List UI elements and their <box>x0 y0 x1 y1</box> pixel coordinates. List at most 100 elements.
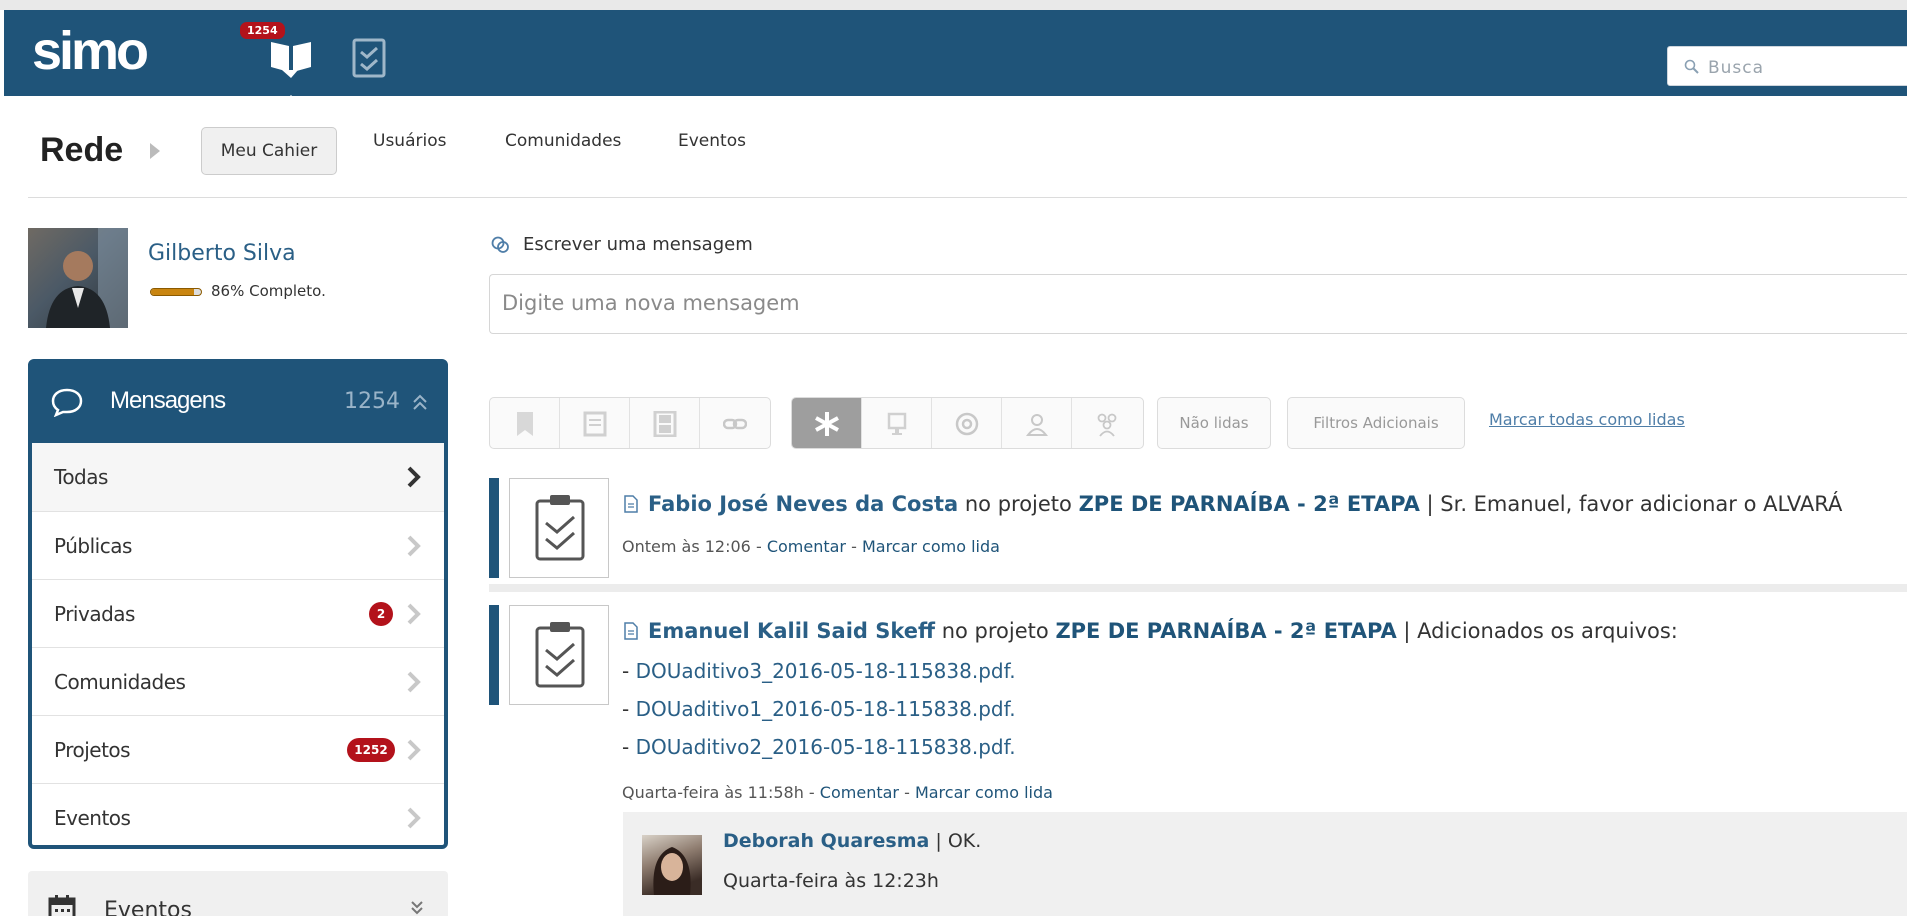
book-chat-icon[interactable] <box>268 34 314 78</box>
task-checklist-icon[interactable] <box>346 34 392 80</box>
divider <box>28 197 1907 198</box>
post-author-link[interactable]: Emanuel Kalil Said Skeff <box>648 619 935 643</box>
search-box[interactable]: Busca <box>1667 46 1907 86</box>
collapse-up-icon[interactable] <box>412 393 428 411</box>
user-photo-icon <box>653 847 691 895</box>
sidebar-item-label: Eventos <box>54 806 131 830</box>
reply-header: Deborah Quaresma | OK. <box>723 830 981 852</box>
post-time: Quarta-feira às 11:58h <box>622 783 804 802</box>
expand-down-icon[interactable] <box>410 899 424 915</box>
document-small-icon <box>624 622 638 640</box>
unread-badge: 1252 <box>347 738 395 762</box>
sidebar-item-label: Comunidades <box>54 670 186 694</box>
filter-mention-button[interactable] <box>932 398 1002 448</box>
post-thumbnail[interactable] <box>509 605 609 705</box>
post-project-link[interactable]: ZPE DE PARNAÍBA - 2ª ETAPA <box>1055 619 1396 643</box>
filter-link-button[interactable] <box>700 398 770 448</box>
additional-filters-button[interactable]: Filtros Adicionais <box>1287 397 1465 449</box>
speech-bubble-icon <box>51 388 83 417</box>
sidebar-item-label: Todas <box>54 465 108 489</box>
sidebar-item-projetos[interactable]: Projetos 1252 <box>32 715 444 783</box>
filter-user-button[interactable] <box>1002 398 1072 448</box>
post-time: Ontem às 12:06 <box>622 537 751 556</box>
at-icon <box>955 412 979 436</box>
feed-post: Fabio José Neves da Costa no projeto ZPE… <box>489 478 1907 578</box>
chevron-right-icon <box>407 466 421 488</box>
post-thumbnail[interactable] <box>509 478 609 578</box>
unread-badge: 2 <box>369 602 393 626</box>
calendar-icon <box>48 895 76 916</box>
reply-author-link[interactable]: Deborah Quaresma <box>723 830 929 852</box>
filter-users-button[interactable] <box>1072 398 1144 448</box>
user-photo-icon <box>46 228 128 328</box>
attached-file: - DOUaditivo2_2016-05-18-115838.pdf. <box>622 735 1016 759</box>
reply-time: Quarta-feira às 12:23h <box>723 870 939 892</box>
page-title: Rede <box>40 131 124 169</box>
chevron-right-icon <box>407 671 421 693</box>
film-icon <box>653 411 677 437</box>
sidebar-item-comunidades[interactable]: Comunidades <box>32 647 444 715</box>
sidebar-item-todas[interactable]: Todas <box>32 443 444 511</box>
file-link[interactable]: DOUaditivo1_2016-05-18-115838.pdf. <box>636 697 1016 721</box>
user-name[interactable]: Gilberto Silva <box>148 241 296 266</box>
messages-panel-count: 1254 <box>344 389 400 414</box>
chevron-right-icon <box>407 535 421 557</box>
messages-panel: Mensagens 1254 Todas Públicas Privadas 2… <box>28 359 448 849</box>
post-accent-bar <box>489 478 499 578</box>
tab-eventos[interactable]: Eventos <box>678 131 746 151</box>
window-top-strip <box>0 0 1907 10</box>
filter-film-button[interactable] <box>630 398 700 448</box>
app-logo[interactable]: simo <box>32 24 149 78</box>
tab-meu-cahier[interactable]: Meu Cahier <box>201 127 337 175</box>
events-panel-title: Eventos <box>104 898 192 916</box>
post-header: Fabio José Neves da Costa no projeto ZPE… <box>624 492 1842 516</box>
new-message-input[interactable]: Digite uma nova mensagem <box>489 274 1907 334</box>
users-icon <box>1097 413 1117 437</box>
filter-group-content <box>489 397 771 449</box>
post-header: Emanuel Kalil Said Skeff no projeto ZPE … <box>624 619 1678 643</box>
sidebar-item-publicas[interactable]: Públicas <box>32 511 444 579</box>
avatar[interactable] <box>28 228 128 328</box>
chevron-right-icon <box>407 807 421 829</box>
unread-filter-button[interactable]: Não lidas <box>1157 397 1271 449</box>
tab-comunidades[interactable]: Comunidades <box>505 131 621 151</box>
reply-text: | OK. <box>935 830 982 852</box>
user-icon <box>1025 414 1049 436</box>
search-input[interactable]: Busca <box>1708 58 1764 78</box>
document-small-icon <box>624 495 638 513</box>
filter-all-button[interactable] <box>792 398 862 448</box>
file-link[interactable]: DOUaditivo2_2016-05-18-115838.pdf. <box>636 735 1016 759</box>
document-icon <box>583 411 607 437</box>
link-icon <box>723 418 747 430</box>
post-meta: Quarta-feira às 11:58h - Comentar - Marc… <box>622 783 1053 802</box>
sidebar-item-label: Privadas <box>54 602 135 626</box>
breadcrumb-arrow-icon <box>150 143 160 159</box>
chevron-right-icon <box>407 603 421 625</box>
filter-monitor-button[interactable] <box>862 398 932 448</box>
mark-read-link[interactable]: Marcar como lida <box>862 537 1000 556</box>
filter-document-button[interactable] <box>560 398 630 448</box>
post-text: | Sr. Emanuel, favor adicionar o ALVARÁ <box>1426 492 1843 516</box>
reply-avatar[interactable] <box>642 835 702 895</box>
mark-all-read-link[interactable]: Marcar todas como lidas <box>1489 410 1685 429</box>
messages-panel-header[interactable]: Mensagens 1254 <box>32 363 444 443</box>
mark-read-link[interactable]: Marcar como lida <box>915 783 1053 802</box>
active-nav-pointer <box>280 95 302 106</box>
filter-bookmark-button[interactable] <box>490 398 560 448</box>
file-link[interactable]: DOUaditivo3_2016-05-18-115838.pdf. <box>636 659 1016 683</box>
sidebar-item-eventos[interactable]: Eventos <box>32 783 444 851</box>
sidebar-item-label: Projetos <box>54 738 131 762</box>
profile-progress-bar <box>150 288 202 296</box>
tab-usuarios[interactable]: Usuários <box>373 131 446 151</box>
comment-link[interactable]: Comentar <box>767 537 846 556</box>
profile-progress-fill <box>151 289 194 295</box>
comment-link[interactable]: Comentar <box>820 783 899 802</box>
sidebar-item-privadas[interactable]: Privadas 2 <box>32 579 444 647</box>
post-author-link[interactable]: Fabio José Neves da Costa <box>648 492 958 516</box>
post-accent-bar <box>489 605 499 705</box>
write-message-icon <box>491 236 509 253</box>
events-panel-header[interactable]: Eventos <box>28 871 448 916</box>
filter-group-source <box>791 397 1144 449</box>
composer-label[interactable]: Escrever uma mensagem <box>523 234 753 255</box>
post-project-link[interactable]: ZPE DE PARNAÍBA - 2ª ETAPA <box>1079 492 1420 516</box>
